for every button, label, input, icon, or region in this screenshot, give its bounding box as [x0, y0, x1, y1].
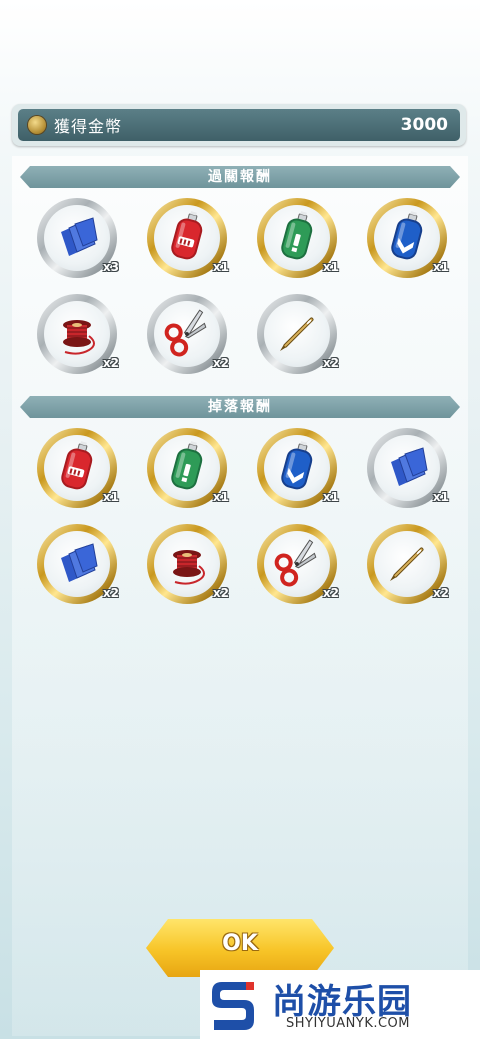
reward-item[interactable]: x2: [257, 524, 339, 604]
item-quantity: x2: [212, 586, 229, 600]
item-quantity: x2: [322, 356, 339, 370]
coin-icon: [28, 116, 46, 134]
item-quantity: x1: [212, 260, 229, 274]
coin-value: 3000: [400, 115, 448, 135]
ok-button[interactable]: OK: [146, 919, 334, 977]
reward-item[interactable]: x1: [37, 428, 119, 508]
reward-item[interactable]: x2: [37, 294, 119, 374]
item-quantity: x1: [212, 490, 229, 504]
drop-rewards-header: 掉落報酬: [20, 396, 460, 418]
coin-summary-bar: 獲得金幣 3000: [12, 104, 466, 146]
item-quantity: x1: [432, 490, 449, 504]
item-quantity: x1: [432, 260, 449, 274]
coin-label: 獲得金幣: [54, 117, 123, 136]
ok-button-label: OK: [222, 931, 258, 956]
reward-item[interactable]: x1: [367, 198, 449, 278]
item-quantity: x2: [322, 586, 339, 600]
item-quantity: x2: [102, 586, 119, 600]
reward-item[interactable]: x2: [367, 524, 449, 604]
reward-item[interactable]: x2: [147, 524, 229, 604]
reward-item[interactable]: x1: [257, 428, 339, 508]
item-quantity: x2: [102, 356, 119, 370]
item-quantity: x2: [432, 586, 449, 600]
item-quantity: x1: [322, 260, 339, 274]
coin-summary-inner: 獲得金幣 3000: [18, 109, 460, 141]
item-quantity: x2: [212, 356, 229, 370]
clear-rewards-header: 過關報酬: [20, 166, 460, 188]
reward-item[interactable]: x2: [37, 524, 119, 604]
item-quantity: x1: [102, 490, 119, 504]
reward-item[interactable]: x1: [147, 428, 229, 508]
watermark-url: SHYIYUANYK.COM: [286, 1016, 410, 1031]
watermark-logo: 尚游乐园 SHYIYUANYK.COM: [200, 970, 480, 1039]
reward-item[interactable]: x1: [367, 428, 449, 508]
item-quantity: x1: [322, 490, 339, 504]
watermark-s-icon: [212, 982, 254, 1030]
item-quantity: x3: [102, 260, 119, 274]
reward-item[interactable]: x2: [147, 294, 229, 374]
reward-item[interactable]: x2: [257, 294, 339, 374]
reward-item[interactable]: x1: [147, 198, 229, 278]
reward-item[interactable]: x3: [37, 198, 119, 278]
reward-item[interactable]: x1: [257, 198, 339, 278]
